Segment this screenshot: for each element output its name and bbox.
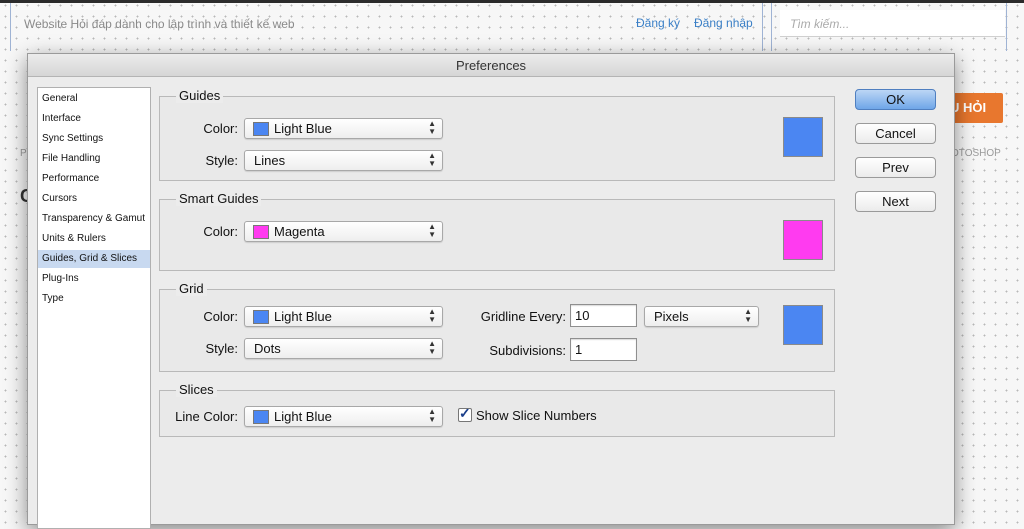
smart-guides-title: Smart Guides <box>176 191 262 206</box>
updown-arrows-icon: ▲ ▼ <box>744 307 752 324</box>
guides-style-select[interactable]: Lines ▲ ▼ <box>244 150 443 171</box>
login-link[interactable]: Đăng nhập <box>694 16 753 30</box>
category-general[interactable]: General <box>38 90 150 108</box>
cancel-button[interactable]: Cancel <box>855 123 936 144</box>
gridline-every-label: Gridline Every: <box>480 309 566 324</box>
gridline-every-value: 10 <box>575 308 590 323</box>
subdivisions-input[interactable]: 1 <box>570 338 637 361</box>
category-label: Performance <box>42 173 100 184</box>
category-list[interactable]: General Interface Sync Settings File Han… <box>37 87 151 529</box>
category-type[interactable]: Type <box>38 290 150 308</box>
grid-style-value: Dots <box>254 341 281 356</box>
subdivisions-label: Subdivisions: <box>489 343 566 358</box>
grid-color-swatch[interactable] <box>783 305 823 345</box>
smart-guides-color-chip <box>253 225 269 239</box>
slices-group: Slices Line Color: Light Blue ▲ ▼ ✓ Show … <box>159 382 835 437</box>
ok-label: OK <box>886 92 905 107</box>
show-slice-numbers-label: Show Slice Numbers <box>476 408 597 423</box>
category-cursors[interactable]: Cursors <box>38 190 150 208</box>
guides-style-label: Style: <box>205 153 238 168</box>
prev-button[interactable]: Prev <box>855 157 936 178</box>
guides-color-chip <box>253 122 269 136</box>
dialog-title: Preferences <box>455 58 527 73</box>
grid-color-value: Light Blue <box>274 309 332 324</box>
grid-color-label: Color: <box>203 309 238 324</box>
category-label: Cursors <box>42 193 78 204</box>
guides-color-swatch[interactable] <box>783 117 823 157</box>
header-divider <box>771 3 772 51</box>
updown-arrows-icon: ▲ ▼ <box>428 407 436 424</box>
checkmark-icon: ✓ <box>459 405 471 421</box>
category-label: Sync Settings <box>42 133 104 144</box>
grid-group: Grid Color: Light Blue ▲ ▼ Style: Dots ▲ ▼… <box>159 281 835 372</box>
dialog-titlebar[interactable]: Preferences <box>28 54 954 77</box>
guides-color-label: Color: <box>203 121 238 136</box>
ask-button-label: U HỎI <box>950 100 987 115</box>
slices-title: Slices <box>176 382 217 397</box>
cancel-label: Cancel <box>875 126 916 141</box>
category-label: Transparency & Gamut <box>42 213 146 224</box>
site-search-input[interactable]: Tìm kiếm... <box>780 10 1005 37</box>
site-title: Website Hỏi đáp dành cho lập trình và th… <box>24 17 295 31</box>
site-menu-item[interactable]: OTOSHOP <box>951 148 1001 159</box>
guides-title: Guides <box>176 88 224 103</box>
category-label: Type <box>42 293 64 304</box>
grid-style-select[interactable]: Dots ▲ ▼ <box>244 338 443 359</box>
category-label: General <box>42 93 78 104</box>
grid-units-value: Pixels <box>654 309 689 324</box>
smart-guides-color-select[interactable]: Magenta ▲ ▼ <box>244 221 443 242</box>
updown-arrows-icon: ▲ ▼ <box>428 222 436 239</box>
category-transparency-gamut[interactable]: Transparency & Gamut <box>38 210 150 228</box>
grid-units-select[interactable]: Pixels ▲ ▼ <box>644 306 759 327</box>
category-sync-settings[interactable]: Sync Settings <box>38 130 150 148</box>
subdivisions-value: 1 <box>575 342 583 357</box>
category-performance[interactable]: Performance <box>38 170 150 188</box>
next-label: Next <box>882 194 909 209</box>
search-placeholder: Tìm kiếm... <box>790 17 850 31</box>
grid-style-label: Style: <box>205 341 238 356</box>
slices-line-color-value: Light Blue <box>274 409 332 424</box>
slices-line-color-select[interactable]: Light Blue ▲ ▼ <box>244 406 443 427</box>
slices-line-color-label: Line Color: <box>175 409 238 424</box>
category-label: Units & Rulers <box>42 233 106 244</box>
guides-color-select[interactable]: Light Blue ▲ ▼ <box>244 118 443 139</box>
category-interface[interactable]: Interface <box>38 110 150 128</box>
category-guides-grid-slices[interactable]: Guides, Grid & Slices <box>38 250 150 268</box>
ok-button[interactable]: OK <box>855 89 936 110</box>
next-button[interactable]: Next <box>855 191 936 212</box>
gridline-every-input[interactable]: 10 <box>570 304 637 327</box>
preferences-dialog: Preferences General Interface Sync Setti… <box>27 53 955 529</box>
category-label: File Handling <box>42 153 101 164</box>
category-units-rulers[interactable]: Units & Rulers <box>38 230 150 248</box>
grid-color-chip <box>253 310 269 324</box>
updown-arrows-icon: ▲ ▼ <box>428 119 436 136</box>
guides-color-value: Light Blue <box>274 121 332 136</box>
smart-guides-group: Smart Guides Color: Magenta ▲ ▼ <box>159 191 835 271</box>
updown-arrows-icon: ▲ ▼ <box>428 307 436 324</box>
register-link[interactable]: Đăng ký <box>636 16 680 30</box>
updown-arrows-icon: ▲ ▼ <box>428 151 436 168</box>
site-menu-fragment: P <box>20 148 27 159</box>
header-divider <box>762 3 763 51</box>
smart-guides-color-label: Color: <box>203 224 238 239</box>
category-label: Guides, Grid & Slices <box>42 253 138 264</box>
grid-color-select[interactable]: Light Blue ▲ ▼ <box>244 306 443 327</box>
category-plug-ins[interactable]: Plug-Ins <box>38 270 150 288</box>
category-file-handling[interactable]: File Handling <box>38 150 150 168</box>
guides-style-value: Lines <box>254 153 286 168</box>
updown-arrows-icon: ▲ ▼ <box>428 339 436 356</box>
smart-guides-color-swatch[interactable] <box>783 220 823 260</box>
guides-group: Guides Color: Light Blue ▲ ▼ Style: Lines… <box>159 88 835 181</box>
smart-guides-color-value: Magenta <box>274 224 325 239</box>
slices-color-chip <box>253 410 269 424</box>
category-label: Interface <box>42 113 81 124</box>
category-label: Plug-Ins <box>42 273 79 284</box>
show-slice-numbers-checkbox[interactable]: ✓ <box>458 405 472 422</box>
grid-title: Grid <box>176 281 207 296</box>
prev-label: Prev <box>882 160 909 175</box>
